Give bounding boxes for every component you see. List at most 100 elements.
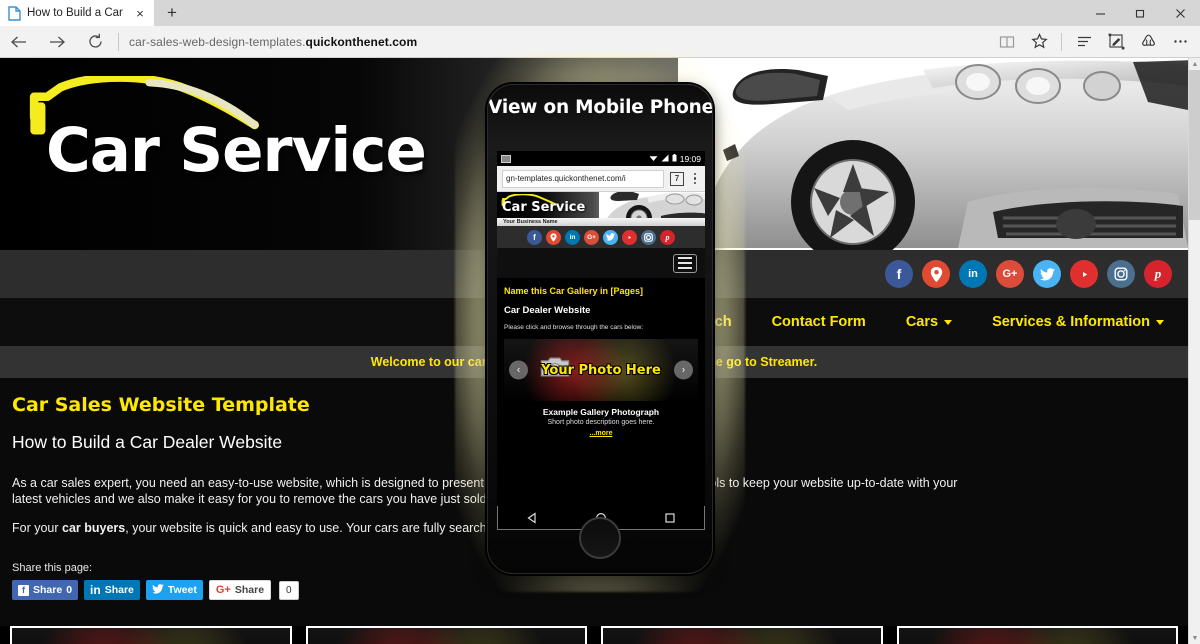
gallery-thumb[interactable]: Your Photo Here bbox=[896, 626, 1178, 644]
share-label: Share bbox=[234, 584, 265, 596]
nav-item-services-information[interactable]: Services & Information bbox=[992, 314, 1164, 330]
chevron-down-icon bbox=[1156, 319, 1164, 325]
forward-icon[interactable] bbox=[38, 26, 76, 58]
paragraph-2-part-a: For your bbox=[12, 521, 63, 535]
pinterest-icon[interactable]: p bbox=[1144, 260, 1172, 288]
page-scrollbar[interactable]: ▲ ▼ bbox=[1188, 58, 1200, 644]
linkedin-share-button[interactable]: in Share bbox=[84, 580, 140, 600]
site-logo-text: Car Service bbox=[46, 115, 427, 186]
tab-close-icon[interactable]: × bbox=[132, 5, 148, 21]
status-indicators: 19:09 bbox=[649, 153, 701, 164]
nav-item-contact-form[interactable]: Contact Form bbox=[772, 314, 866, 330]
recents-square-icon[interactable] bbox=[664, 512, 676, 524]
phone-mockup-title: View on Mobile Phone bbox=[488, 97, 713, 118]
phone-site-logo-text: Car Service bbox=[502, 200, 586, 215]
phone-caption-title: Example Gallery Photograph bbox=[542, 407, 660, 417]
browser-tab[interactable]: How to Build a Car Sale × bbox=[0, 0, 155, 26]
toolbar-actions bbox=[991, 26, 1200, 58]
facebook-icon[interactable]: f bbox=[885, 260, 913, 288]
more-icon[interactable] bbox=[1164, 26, 1196, 58]
share-count: 0 bbox=[66, 584, 73, 596]
phone-page-body: Name this Car Gallery in [Pages] Car Dea… bbox=[497, 278, 705, 437]
hero-car-image bbox=[678, 58, 1188, 250]
reading-view-icon[interactable] bbox=[991, 26, 1023, 58]
browser-window: How to Build a Car Sale × + bbox=[0, 0, 1200, 644]
gallery-thumbnail-row: Your Photo Here Your Photo Here Your Pho… bbox=[0, 626, 1188, 644]
phone-tab-count[interactable]: 7 bbox=[670, 171, 684, 186]
instagram-icon[interactable] bbox=[1107, 260, 1135, 288]
phone-overflow-menu-icon[interactable] bbox=[690, 172, 700, 185]
phone-home-button[interactable] bbox=[579, 517, 621, 559]
facebook-icon[interactable]: f bbox=[527, 229, 542, 245]
address-domain: quickonthenet.com bbox=[305, 34, 418, 49]
back-triangle-icon[interactable] bbox=[526, 511, 538, 524]
phone-menu-bar bbox=[497, 248, 705, 278]
google-maps-pin-icon[interactable] bbox=[546, 229, 561, 245]
google-plus-icon[interactable]: G+ bbox=[996, 260, 1024, 288]
minimize-button[interactable] bbox=[1080, 0, 1120, 26]
back-icon[interactable] bbox=[0, 26, 38, 58]
scroll-up-icon[interactable]: ▲ bbox=[1189, 58, 1200, 70]
twitter-icon[interactable] bbox=[1033, 260, 1061, 288]
facebook-icon: f bbox=[18, 584, 29, 596]
linkedin-icon[interactable]: in bbox=[565, 229, 580, 245]
web-note-icon[interactable] bbox=[1100, 26, 1132, 58]
google-plus-share-button[interactable]: G+ Share bbox=[208, 580, 272, 600]
maximize-restore-button[interactable] bbox=[1120, 0, 1160, 26]
phone-subtitle: Car Dealer Website bbox=[504, 305, 591, 316]
instagram-icon[interactable] bbox=[641, 229, 656, 245]
hamburger-menu-icon[interactable] bbox=[673, 253, 697, 273]
screenshot-notification-icon bbox=[501, 154, 511, 163]
new-tab-button[interactable]: + bbox=[155, 0, 189, 26]
close-window-button[interactable] bbox=[1160, 0, 1200, 26]
carousel-next-icon[interactable]: › bbox=[674, 360, 693, 380]
phone-more-link[interactable]: ...more bbox=[504, 430, 698, 437]
youtube-icon[interactable] bbox=[622, 229, 637, 245]
youtube-icon[interactable] bbox=[1070, 260, 1098, 288]
gallery-thumb[interactable]: Your Photo Here bbox=[601, 626, 883, 644]
nav-label: Cars bbox=[905, 314, 939, 330]
scroll-down-icon[interactable]: ▼ bbox=[1189, 632, 1200, 644]
gallery-thumb[interactable]: Your Photo Here bbox=[305, 626, 587, 644]
address-bar[interactable]: car-sales-web-design-templates.quickonth… bbox=[129, 35, 417, 49]
scrollbar-thumb[interactable] bbox=[1189, 70, 1200, 220]
phone-business-name-band: Your Business Name bbox=[497, 218, 705, 226]
toolbar-divider-2 bbox=[1061, 32, 1062, 51]
signal-icon bbox=[661, 154, 669, 164]
carousel-prev-icon[interactable]: ‹ bbox=[509, 360, 528, 380]
wifi-icon bbox=[649, 154, 658, 164]
favorites-star-icon[interactable] bbox=[1023, 26, 1055, 58]
facebook-share-button[interactable]: f Share 0 bbox=[12, 580, 79, 600]
paragraph-1-part-c: latest vehicles and we also make it easy… bbox=[12, 492, 491, 506]
phone-photo-carousel[interactable]: ‹ Your Photo Here › bbox=[504, 339, 698, 401]
gallery-thumb[interactable]: Your Photo Here bbox=[10, 626, 292, 644]
tweet-label: Tweet bbox=[167, 584, 197, 596]
paragraph-2-part-b: , your website is quick and easy to use.… bbox=[125, 521, 494, 535]
phone-browser-bar: gn-templates.quickonthenet.com/i 7 bbox=[497, 166, 705, 192]
refresh-icon[interactable] bbox=[76, 26, 114, 58]
page-icon bbox=[8, 5, 21, 21]
tab-title: How to Build a Car Sale bbox=[27, 7, 126, 19]
status-clock: 19:09 bbox=[679, 153, 701, 164]
google-maps-pin-icon[interactable] bbox=[922, 260, 950, 288]
google-plus-icon[interactable]: G+ bbox=[584, 229, 599, 245]
nav-item-cars[interactable]: Cars bbox=[905, 314, 953, 330]
twitter-icon[interactable] bbox=[603, 229, 618, 245]
linkedin-icon[interactable]: in bbox=[959, 260, 987, 288]
nav-label: Services & Information bbox=[992, 314, 1150, 330]
share-icon[interactable] bbox=[1132, 26, 1164, 58]
pinterest-icon[interactable]: p bbox=[660, 229, 675, 245]
phone-screen: 19:09 gn-templates.quickonthenet.com/i 7 bbox=[497, 151, 705, 506]
nav-label: Contact Form bbox=[771, 314, 866, 330]
google-plus-share-count: 0 bbox=[279, 580, 299, 600]
phone-url-field[interactable]: gn-templates.quickonthenet.com/i bbox=[502, 169, 664, 188]
phone-photo-label: Your Photo Here bbox=[541, 362, 661, 378]
tab-strip: How to Build a Car Sale × + bbox=[0, 0, 1200, 26]
paragraph-1-part-a: As a car sales expert, you need an easy-… bbox=[12, 476, 495, 490]
mobile-phone-mockup: View on Mobile Phone 19:09 gn-templates.… bbox=[487, 84, 713, 574]
hub-icon[interactable] bbox=[1068, 26, 1100, 58]
android-status-bar: 19:09 bbox=[497, 151, 705, 166]
window-controls bbox=[1080, 0, 1200, 26]
phone-site-header: Car Service Your Business Name bbox=[497, 192, 705, 226]
twitter-tweet-button[interactable]: Tweet bbox=[145, 580, 203, 600]
